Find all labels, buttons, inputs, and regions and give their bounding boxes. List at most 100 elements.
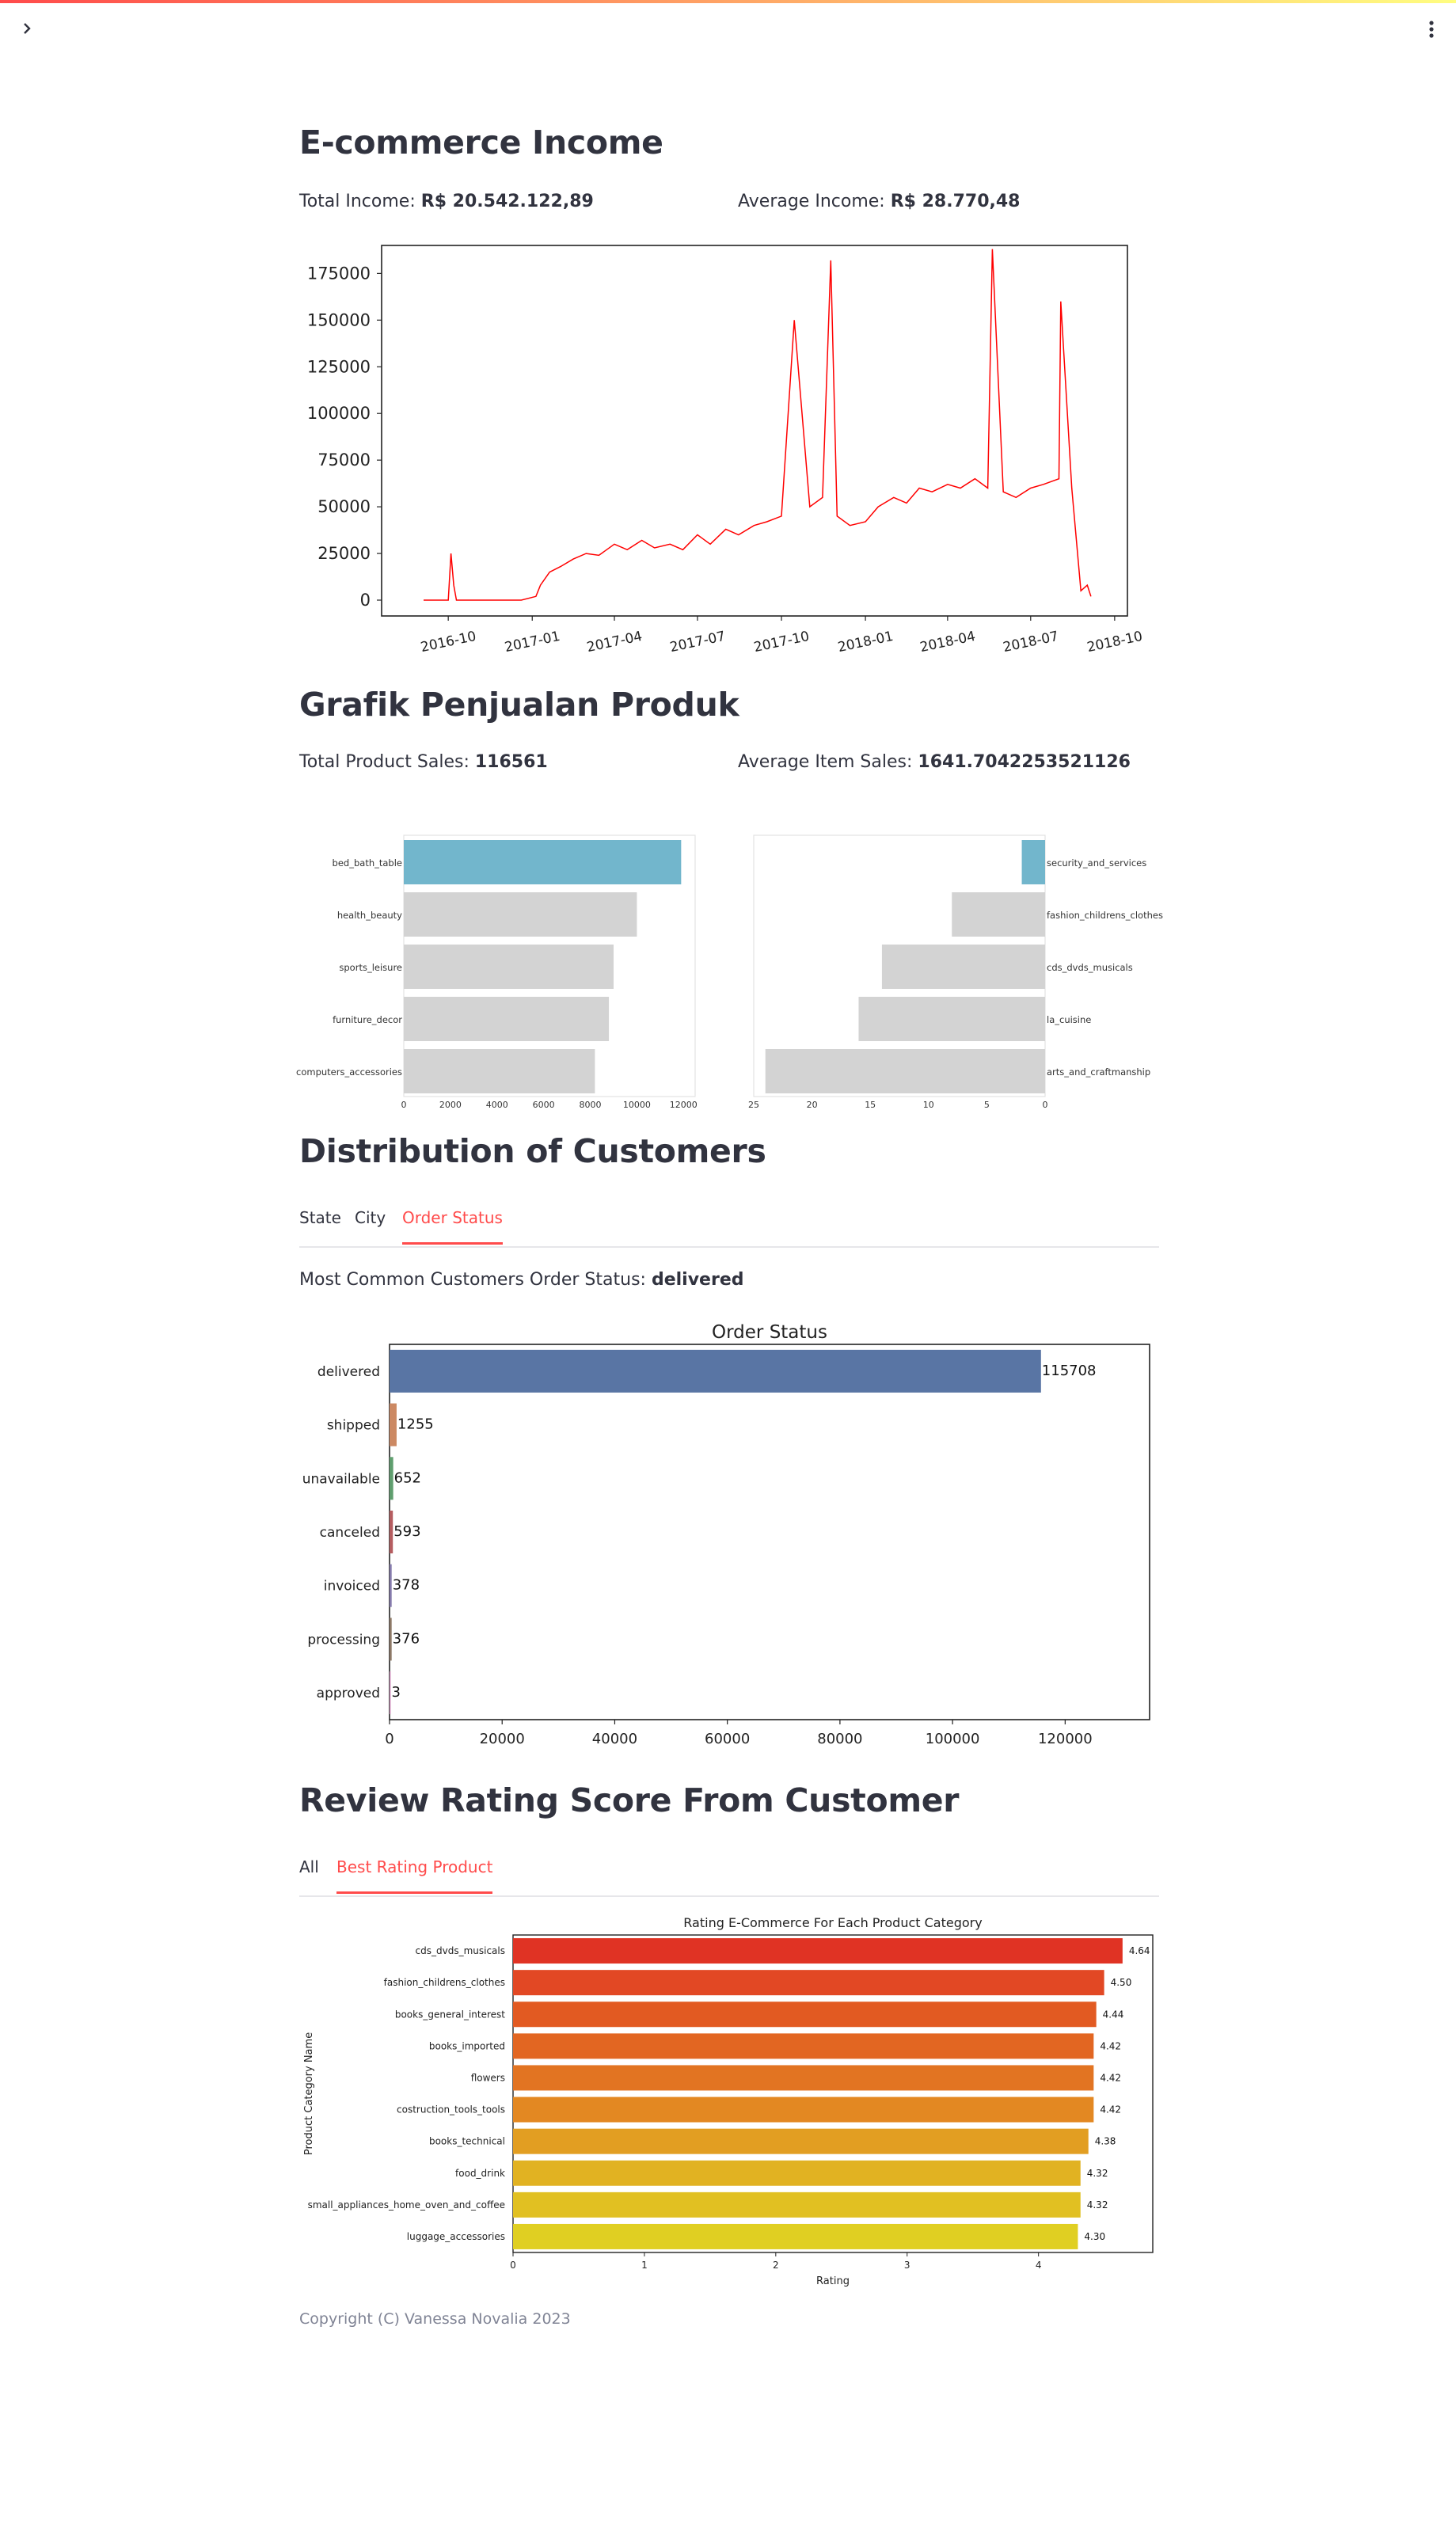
bar-approved <box>390 1671 391 1715</box>
most-common-status-label: Most Common Customers Order Status: <box>299 1270 646 1290</box>
category-label: books_general_interest <box>395 2009 505 2020</box>
right-x-tick-label: 15 <box>865 1100 876 1108</box>
right-bar-security_and_services <box>1021 840 1045 884</box>
right-bar-fashion_childrens_clothes <box>952 892 1045 937</box>
average-income-value: R$ 28.770,48 <box>890 192 1021 211</box>
tab-state[interactable]: State <box>299 1208 341 1227</box>
right-category-label: la_cuisine <box>1047 1014 1091 1025</box>
order-status-bar-chart: Order Status delivered 115708 shipped 1255 un… <box>293 1314 1164 1758</box>
category-label: books_technical <box>429 2136 505 2147</box>
x-tick-label: 60000 <box>705 1731 750 1747</box>
y-tick-label: 125000 <box>307 357 371 376</box>
bar-delivered <box>390 1349 1041 1393</box>
income-title: E-commerce Income <box>299 124 663 162</box>
data-label: 593 <box>393 1523 420 1540</box>
data-label: 652 <box>394 1469 421 1486</box>
data-label: 378 <box>393 1577 420 1594</box>
plot-frame <box>389 1344 1150 1720</box>
data-label: 4.50 <box>1111 1977 1132 1988</box>
left-x-tick-label: 12000 <box>670 1100 698 1108</box>
x-tick-label: 2018-07 <box>1002 629 1060 656</box>
tab-best-rating-product[interactable]: Best Rating Product <box>336 1857 493 1894</box>
right-category-label: cds_dvds_musicals <box>1047 962 1133 973</box>
data-label: 3 <box>392 1684 401 1701</box>
right-x-tick-label: 10 <box>923 1100 934 1108</box>
vertical-ellipsis-icon[interactable] <box>1420 17 1443 41</box>
chevron-right-icon[interactable] <box>16 17 38 40</box>
right-x-tick-label: 20 <box>807 1100 818 1108</box>
most-common-status-metric: Most Common Customers Order Status: deli… <box>299 1270 743 1290</box>
y-axis-label: Product Category Name <box>303 2032 315 2155</box>
x-tick-label: 100000 <box>926 1731 980 1747</box>
right-bar-arts_and_craftmanship <box>765 1049 1045 1093</box>
top-accent-bar <box>0 0 1456 3</box>
right-category-label: security_and_services <box>1047 857 1146 869</box>
category-label: unavailable <box>302 1471 380 1487</box>
y-tick-label: 100000 <box>307 404 371 423</box>
right-x-tick-label: 5 <box>984 1100 990 1108</box>
data-label: 4.42 <box>1100 2104 1121 2116</box>
income-line-chart: 0 25000 50000 75000 100000 125000 150000 175000… <box>293 238 1164 657</box>
customers-title: Distribution of Customers <box>299 1132 766 1170</box>
category-label: flowers <box>471 2072 505 2083</box>
x-tick-label: 2017-01 <box>504 629 562 656</box>
category-label: cds_dvds_musicals <box>416 1945 505 1956</box>
right-x-tick-label: 0 <box>1043 1100 1048 1108</box>
total-income-metric: Total Income: R$ 20.542.122,89 <box>299 192 594 211</box>
total-income-label: Total Income: <box>299 192 416 211</box>
x-tick-label: 4 <box>1036 2260 1042 2271</box>
category-label: processing <box>307 1632 380 1648</box>
bar-small_appliances_home_oven_and_coffee <box>513 2192 1081 2218</box>
average-income-metric: Average Income: R$ 28.770,48 <box>738 192 1020 211</box>
copyright-footer: Copyright (C) Vanessa Novalia 2023 <box>299 2310 571 2328</box>
data-label: 1255 <box>397 1416 434 1433</box>
bar-cds_dvds_musicals <box>513 1938 1123 1964</box>
bar-invoiced <box>390 1564 392 1607</box>
category-label: costruction_tools_tools <box>397 2104 505 2116</box>
left-x-tick-label: 2000 <box>439 1100 462 1108</box>
tab-order-status[interactable]: Order Status <box>402 1208 503 1245</box>
average-item-sales-label: Average Item Sales: <box>738 752 913 772</box>
category-label: books_imported <box>429 2040 505 2051</box>
data-label: 4.32 <box>1087 2168 1108 2179</box>
left-bar-health_beauty <box>404 892 637 937</box>
y-tick-label: 175000 <box>307 264 371 283</box>
rating-bar-chart: Rating E-Commerce For Each Product Categ… <box>293 1908 1164 2296</box>
x-tick-label: 20000 <box>480 1731 525 1747</box>
bar-luggage_accessories <box>513 2223 1078 2249</box>
category-label: small_appliances_home_oven_and_coffee <box>308 2199 505 2211</box>
x-tick-label: 0 <box>510 2260 516 2271</box>
left-category-label: furniture_decor <box>333 1014 402 1025</box>
bar-costruction_tools_tools <box>513 2097 1094 2123</box>
left-bar-computers_accessories <box>404 1049 595 1093</box>
y-tick-label: 50000 <box>317 497 371 516</box>
right-category-label: fashion_childrens_clothes <box>1047 910 1163 921</box>
x-tick-label: 2017-10 <box>752 629 811 656</box>
left-x-tick-label: 10000 <box>623 1100 651 1108</box>
average-income-label: Average Income: <box>738 192 885 211</box>
rating-chart-title: Rating E-Commerce For Each Product Categ… <box>683 1915 982 1930</box>
data-label: 4.32 <box>1087 2199 1108 2211</box>
average-item-sales-metric: Average Item Sales: 1641.7042253521126 <box>738 752 1131 772</box>
average-item-sales-value: 1641.7042253521126 <box>918 752 1131 772</box>
category-label: fashion_childrens_clothes <box>384 1977 505 1988</box>
left-category-label: computers_accessories <box>296 1066 402 1078</box>
total-product-sales-metric: Total Product Sales: 116561 <box>299 752 548 772</box>
x-tick-label: 40000 <box>592 1731 637 1747</box>
plot-frame <box>381 245 1128 617</box>
bar-canceled <box>390 1511 393 1553</box>
tab-all[interactable]: All <box>299 1857 319 1876</box>
data-label: 115708 <box>1042 1363 1097 1379</box>
left-bar-bed_bath_table <box>404 840 682 884</box>
bar-unavailable <box>390 1457 393 1500</box>
x-tick-label: 2016-10 <box>420 629 478 656</box>
left-x-tick-label: 4000 <box>486 1100 508 1108</box>
x-tick-label: 1 <box>641 2260 648 2271</box>
right-category-label: arts_and_craftmanship <box>1047 1066 1150 1078</box>
left-category-label: sports_leisure <box>339 962 402 973</box>
x-tick-label: 2017-07 <box>668 629 727 656</box>
category-label: approved <box>317 1686 380 1701</box>
category-label: shipped <box>327 1418 380 1434</box>
tab-city[interactable]: City <box>355 1208 386 1227</box>
bar-processing <box>390 1618 392 1661</box>
